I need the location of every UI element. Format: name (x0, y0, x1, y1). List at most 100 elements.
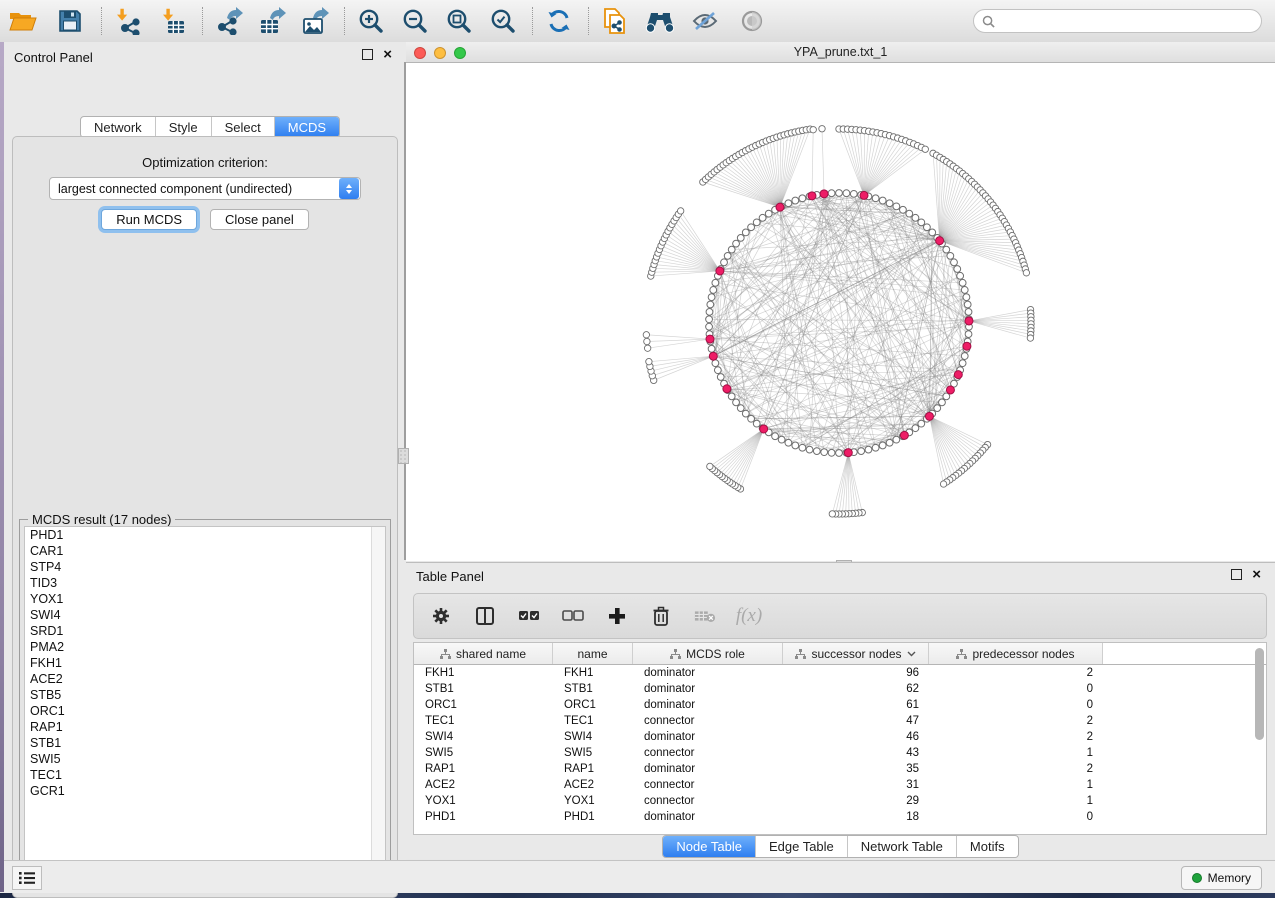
show-details-button[interactable] (733, 2, 771, 40)
zoom-fit-button[interactable] (440, 2, 478, 40)
deselect-all-button[interactable] (562, 605, 584, 627)
close-panel-button[interactable]: Close panel (210, 209, 309, 230)
table-cell: TEC1 (553, 715, 633, 727)
mcds-result-item[interactable]: SWI5 (25, 751, 385, 767)
zoom-selected-button[interactable] (484, 2, 522, 40)
mcds-result-item[interactable]: FKH1 (25, 655, 385, 671)
open-file-button[interactable] (4, 2, 42, 40)
export-network-button[interactable] (210, 2, 248, 40)
mcds-result-item[interactable]: TID3 (25, 575, 385, 591)
gear-button[interactable] (430, 605, 452, 627)
tab-node-table[interactable]: Node Table (663, 836, 756, 857)
window-minimize-icon[interactable] (434, 47, 446, 59)
toolbar-separator (344, 7, 346, 35)
mcds-result-item[interactable]: STB1 (25, 735, 385, 751)
table-row[interactable]: TEC1TEC1connector472 (414, 713, 1266, 729)
refresh-button[interactable] (540, 2, 578, 40)
search-input[interactable] (1000, 13, 1253, 29)
divider-grip[interactable] (398, 448, 409, 464)
result-list-scrollbar[interactable] (371, 527, 385, 877)
add-column-button[interactable] (606, 605, 628, 627)
mcds-result-item[interactable]: YOX1 (25, 591, 385, 607)
toolbar-separator (202, 7, 204, 35)
search-field[interactable] (973, 9, 1262, 33)
table-panel-title: Table Panel (416, 569, 484, 584)
tab-network[interactable]: Network (81, 117, 156, 137)
table-cell: RAP1 (414, 763, 553, 775)
sort-descending-icon (907, 651, 916, 657)
mcds-result-item[interactable]: PHD1 (25, 527, 385, 543)
table-scrollbar-thumb[interactable] (1255, 648, 1264, 740)
float-panel-icon[interactable] (1231, 569, 1242, 580)
mcds-result-item[interactable]: GCR1 (25, 783, 385, 799)
mcds-result-item[interactable]: TEC1 (25, 767, 385, 783)
zoom-in-icon (357, 7, 385, 35)
hide-details-button[interactable] (686, 2, 724, 40)
network-canvas[interactable] (406, 63, 1275, 561)
function-builder-button[interactable]: f(x) (738, 605, 760, 627)
table-row[interactable]: STB1STB1dominator620 (414, 681, 1266, 697)
window-close-icon[interactable] (414, 47, 426, 59)
find-button[interactable] (641, 2, 679, 40)
split-view-button[interactable] (474, 605, 496, 627)
window-zoom-icon[interactable] (454, 47, 466, 59)
float-panel-icon[interactable] (362, 49, 373, 60)
tab-network-table[interactable]: Network Table (848, 836, 957, 857)
mcds-result-list[interactable]: PHD1CAR1STP4TID3YOX1SWI4SRD1PMA2FKH1ACE2… (24, 526, 386, 878)
criterion-value: largest connected component (undirected) (50, 182, 339, 196)
tab-edge-table[interactable]: Edge Table (756, 836, 848, 857)
tab-mcds[interactable]: MCDS (275, 117, 339, 137)
table-cell: 1 (929, 747, 1103, 759)
table-row[interactable]: YOX1YOX1connector291 (414, 793, 1266, 809)
mcds-result-title: MCDS result (17 nodes) (28, 512, 175, 527)
table-row[interactable]: ACE2ACE2connector311 (414, 777, 1266, 793)
memory-button[interactable]: Memory (1181, 866, 1262, 890)
tab-select[interactable]: Select (212, 117, 275, 137)
mcds-result-item[interactable]: STP4 (25, 559, 385, 575)
export-table-button[interactable] (253, 2, 291, 40)
task-history-button[interactable] (12, 866, 42, 890)
close-panel-icon[interactable]: × (1252, 570, 1261, 580)
select-all-button[interactable] (518, 605, 540, 627)
mcds-result-item[interactable]: SRD1 (25, 623, 385, 639)
table-row[interactable]: ORC1ORC1dominator610 (414, 697, 1266, 713)
table-row[interactable]: PHD1PHD1dominator180 (414, 809, 1266, 825)
column-header-mcds-role[interactable]: MCDS role (633, 643, 783, 664)
table-cell: dominator (633, 667, 783, 679)
table-cell: 2 (929, 731, 1103, 743)
export-image-button[interactable] (296, 2, 334, 40)
delete-table-button[interactable] (694, 605, 716, 627)
table-row[interactable]: FKH1FKH1dominator962 (414, 665, 1266, 681)
tab-motifs[interactable]: Motifs (957, 836, 1018, 857)
close-panel-icon[interactable]: × (383, 50, 392, 60)
save-session-button[interactable] (51, 2, 89, 40)
zoom-out-button[interactable] (396, 2, 434, 40)
delete-column-button[interactable] (650, 605, 672, 627)
table-row[interactable]: RAP1RAP1dominator352 (414, 761, 1266, 777)
table-cell: RAP1 (553, 763, 633, 775)
export-table-icon (257, 7, 287, 35)
column-header-successor-nodes[interactable]: successor nodes (783, 643, 929, 664)
tab-style[interactable]: Style (156, 117, 212, 137)
zoom-in-button[interactable] (352, 2, 390, 40)
mcds-result-item[interactable]: ACE2 (25, 671, 385, 687)
column-header-shared-name[interactable]: shared name (414, 643, 553, 664)
mcds-result-item[interactable]: STB5 (25, 687, 385, 703)
network-title-bar[interactable]: YPA_prune.txt_1 (406, 42, 1275, 63)
mcds-result-item[interactable]: RAP1 (25, 719, 385, 735)
clone-network-button[interactable] (596, 2, 634, 40)
run-mcds-button[interactable]: Run MCDS (101, 209, 197, 230)
clone-network-icon (601, 6, 629, 36)
mcds-result-item[interactable]: ORC1 (25, 703, 385, 719)
mcds-result-item[interactable]: PMA2 (25, 639, 385, 655)
panel-divider-vertical[interactable] (404, 62, 406, 560)
table-row[interactable]: SWI5SWI5connector431 (414, 745, 1266, 761)
mcds-result-item[interactable]: CAR1 (25, 543, 385, 559)
import-network-button[interactable] (109, 2, 147, 40)
column-header-predecessor-nodes[interactable]: predecessor nodes (929, 643, 1103, 664)
table-row[interactable]: SWI4SWI4dominator462 (414, 729, 1266, 745)
column-header-name[interactable]: name (553, 643, 633, 664)
criterion-select[interactable]: largest connected component (undirected) (49, 177, 361, 200)
import-table-button[interactable] (154, 2, 192, 40)
mcds-result-item[interactable]: SWI4 (25, 607, 385, 623)
